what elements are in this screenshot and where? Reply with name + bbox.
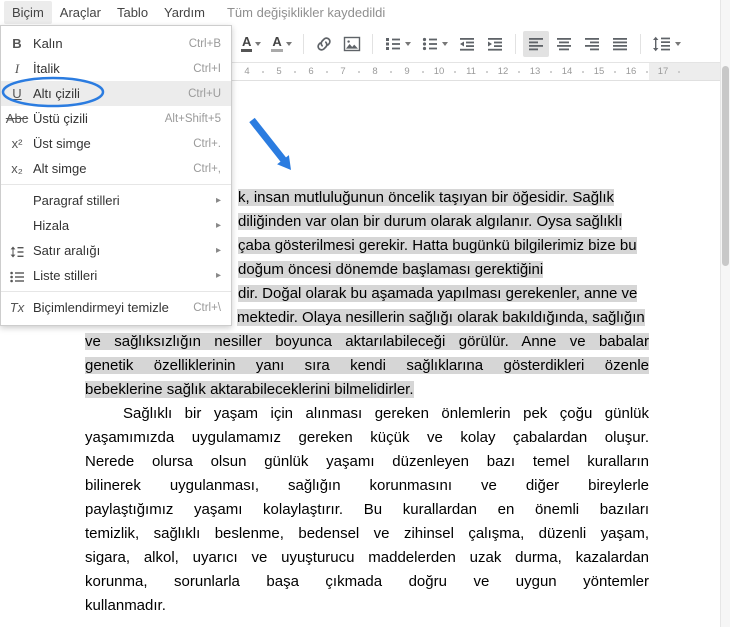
underline-icon: U: [1, 86, 33, 101]
menu-item-label: Satır aralığı: [33, 243, 216, 258]
menu-item-label: Altı çizili: [33, 86, 188, 101]
selection-highlight: doğum öncesi dönemde başlaması gerektiği…: [238, 261, 543, 278]
menu-item-label: Kalın: [33, 36, 189, 51]
menu-item-liste-stilleri[interactable]: Liste stilleri ▸: [1, 263, 231, 288]
menu-item-label: Üstü çizili: [33, 111, 165, 126]
subscript-icon: x₂: [1, 161, 33, 176]
menu-item-alti-cizili[interactable]: U Altı çizili Ctrl+U: [1, 81, 231, 106]
selected-line: genetik özelliklerinin yanı sıra kendi s…: [85, 354, 649, 378]
body-line: paylaştığımız yaşamı kolaylaştırır. Bu k…: [85, 498, 649, 522]
bold-icon: B: [1, 36, 33, 51]
menu-item-label: Alt simge: [33, 161, 193, 176]
selected-line: dir. Doğal olarak bu aşamada yapılması g…: [238, 282, 637, 306]
selection-highlight: çaba gösterilmesi gerekir. Hatta bugünkü…: [238, 237, 637, 254]
clear-formatting-icon: Tx: [1, 300, 33, 315]
menu-item-shortcut: Ctrl+B: [189, 38, 221, 50]
body-line: korunma, sorunlarla başa çıkmada doğru v…: [85, 570, 649, 594]
list-styles-icon: [1, 268, 33, 283]
submenu-arrow-icon: ▸: [216, 195, 221, 206]
body-line: sigara, alkol, uyarıcı ve uyuşturucu mad…: [85, 546, 649, 570]
selected-line: ve sağlıksızlığın nesiller boyunca aktar…: [85, 330, 649, 354]
menu-item-shortcut: Ctrl+I: [193, 63, 221, 75]
menu-item-label: Üst simge: [33, 136, 193, 151]
menu-item-label: Hizala: [33, 218, 216, 233]
menu-item-shortcut: Alt+Shift+5: [165, 113, 221, 125]
selection-highlight: dir. Doğal olarak bu aşamada yapılması g…: [238, 285, 637, 302]
menu-item-shortcut: Ctrl+,: [193, 163, 221, 175]
body-line: yaşamımızda uygulamamız gereken küçük ve…: [85, 426, 649, 450]
selected-line: diliğinden var olan bir durum olarak alg…: [238, 210, 622, 234]
menu-item-label: Biçimlendirmeyi temizle: [33, 300, 193, 315]
body-line: kullanmadır.: [85, 594, 649, 618]
menu-separator: [1, 184, 231, 185]
line-spacing-icon: [1, 243, 33, 258]
submenu-arrow-icon: ▸: [216, 270, 221, 281]
menu-item-kalin[interactable]: B Kalın Ctrl+B: [1, 31, 231, 56]
body-line: bilinerek uygulanması, sağlığın korunmas…: [85, 474, 649, 498]
body-line: Sağlıklı bir yaşam için alınması gereken…: [85, 402, 649, 426]
selected-line: bebeklerine sağlık aktarabileceklerini b…: [85, 378, 414, 402]
menu-item-ust-simge[interactable]: x² Üst simge Ctrl+.: [1, 131, 231, 156]
selected-line: mektedir. Olaya nesillerin sağlığı olara…: [237, 306, 645, 330]
submenu-arrow-icon: ▸: [216, 245, 221, 256]
selection-highlight: bebeklerine sağlık aktarabileceklerini b…: [85, 381, 414, 398]
selected-line: k, insan mutluluğunun öncelik taşıyan bi…: [238, 186, 614, 210]
menu-item-ustu-cizili[interactable]: Abc Üstü çizili Alt+Shift+5: [1, 106, 231, 131]
menu-item-label: İtalik: [33, 61, 193, 76]
menu-item-shortcut: Ctrl+\: [193, 302, 221, 314]
menu-item-hizala[interactable]: Hizala ▸: [1, 213, 231, 238]
menu-item-bicimlendirmeyi-temizle[interactable]: Tx Biçimlendirmeyi temizle Ctrl+\: [1, 295, 231, 320]
menu-separator: [1, 291, 231, 292]
menu-item-label: Liste stilleri: [33, 268, 216, 283]
selection-highlight: diliğinden var olan bir durum olarak alg…: [238, 213, 622, 230]
selection-highlight: k, insan mutluluğunun öncelik taşıyan bi…: [238, 189, 614, 206]
selection-highlight: ve sağlıksızlığın nesiller boyunca aktar…: [85, 333, 649, 350]
submenu-arrow-icon: ▸: [216, 220, 221, 231]
scrollbar[interactable]: [720, 0, 730, 627]
selection-highlight: mektedir. Olaya nesillerin sağlığı olara…: [237, 309, 645, 326]
menu-item-satir-araligi[interactable]: Satır aralığı ▸: [1, 238, 231, 263]
superscript-icon: x²: [1, 136, 33, 151]
italic-icon: I: [1, 61, 33, 77]
menu-item-paragraf-stilleri[interactable]: Paragraf stilleri ▸: [1, 188, 231, 213]
app-window: Biçim Araçlar Tablo Yardım Tüm değişikli…: [0, 0, 730, 627]
menu-item-label: Paragraf stilleri: [33, 193, 216, 208]
menu-item-shortcut: Ctrl+.: [193, 138, 221, 150]
strikethrough-icon: Abc: [1, 111, 33, 126]
selection-highlight: genetik özelliklerinin yanı sıra kendi s…: [85, 357, 649, 374]
menu-item-alt-simge[interactable]: x₂ Alt simge Ctrl+,: [1, 156, 231, 181]
menu-item-italik[interactable]: I İtalik Ctrl+I: [1, 56, 231, 81]
menu-item-shortcut: Ctrl+U: [188, 88, 221, 100]
scrollbar-thumb[interactable]: [722, 66, 729, 266]
format-menu: B Kalın Ctrl+B I İtalik Ctrl+I U Altı çi…: [0, 25, 232, 326]
selected-line: doğum öncesi dönemde başlaması gerektiği…: [238, 258, 543, 282]
selected-line: çaba gösterilmesi gerekir. Hatta bugünkü…: [238, 234, 637, 258]
body-line: temizlik, sağlıklı beslenme, bedensel ve…: [85, 522, 649, 546]
body-line: Nerede olursa olsun günlük yaşamı düzenl…: [85, 450, 649, 474]
